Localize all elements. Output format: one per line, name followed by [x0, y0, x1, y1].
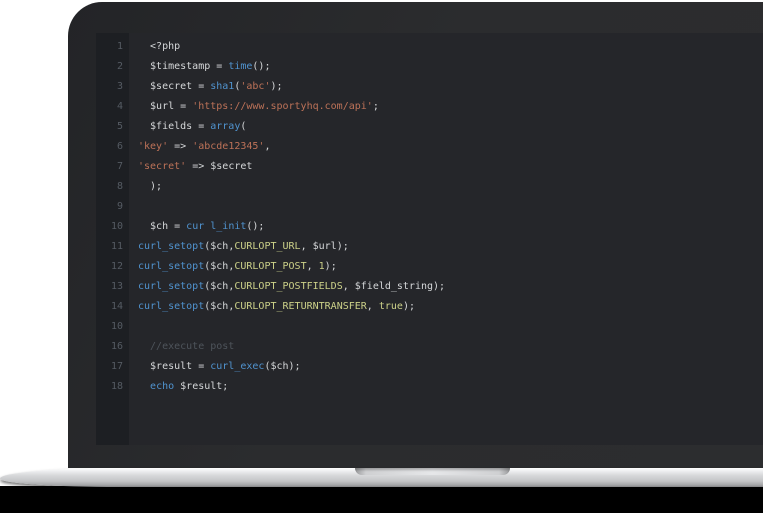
code-token: $ch =	[138, 221, 186, 232]
line-number: 10	[96, 217, 129, 237]
code-editor: 123456789101112131410161718 <?php $times…	[96, 33, 763, 445]
code-token: ($ch,	[204, 241, 234, 252]
code-token: =>	[168, 141, 192, 152]
code-line: $secret = sha1('abc');	[138, 77, 763, 97]
code-line: $timestamp = time();	[138, 57, 763, 77]
code-line: curl_setopt($ch,CURLOPT_URL, $url);	[138, 237, 763, 257]
code-token: CURLOPT_POST	[234, 261, 306, 272]
line-number: 8	[96, 177, 129, 197]
code-token	[138, 381, 150, 392]
code-token: ,	[307, 261, 319, 272]
code-token: ,	[264, 141, 270, 152]
code-line: curl_setopt($ch,CURLOPT_RETURNTRANSFER, …	[138, 297, 763, 317]
line-number: 4	[96, 97, 129, 117]
code-token: echo	[150, 381, 174, 392]
code-token: <?php	[138, 41, 180, 52]
code-token: );	[270, 81, 282, 92]
page-background: { "palette": { "page-bg": "#ffffff", "fl…	[0, 0, 763, 513]
line-number: 11	[96, 237, 129, 257]
code-area: <?php $timestamp = time(); $secret = sha…	[129, 33, 763, 445]
code-token: ,	[367, 301, 379, 312]
code-token: ($ch,	[204, 281, 234, 292]
code-token: 'key'	[138, 141, 168, 152]
bottom-black-strip	[0, 486, 763, 513]
code-line: curl_setopt($ch,CURLOPT_POST, 1);	[138, 257, 763, 277]
code-line: 'secret' => $secret	[138, 157, 763, 177]
code-line: $url = 'https://www.sportyhq.com/api';	[138, 97, 763, 117]
code-token: curl_setopt	[138, 281, 204, 292]
code-token: $result;	[174, 381, 228, 392]
code-token: ();	[246, 221, 264, 232]
line-number: 16	[96, 337, 129, 357]
code-line: //execute post	[138, 337, 763, 357]
line-number-gutter: 123456789101112131410161718	[96, 33, 129, 445]
code-token: );	[403, 301, 415, 312]
code-token: $url =	[138, 101, 192, 112]
code-token: CURLOPT_RETURNTRANSFER	[234, 301, 366, 312]
code-token: array	[210, 121, 240, 132]
line-number: 10	[96, 317, 129, 337]
code-token: , $url);	[301, 241, 349, 252]
code-line: $result = curl_exec($ch);	[138, 357, 763, 377]
code-token: 'https://www.sportyhq.com/api'	[192, 101, 373, 112]
code-token: $fields =	[138, 121, 210, 132]
code-line	[138, 317, 763, 337]
code-token: curl_setopt	[138, 301, 204, 312]
line-number: 6	[96, 137, 129, 157]
line-number: 13	[96, 277, 129, 297]
code-line	[138, 197, 763, 217]
code-token: curl_setopt	[138, 261, 204, 272]
laptop-base-notch	[355, 468, 510, 475]
code-token: ($ch,	[204, 261, 234, 272]
code-token: cur l_init	[186, 221, 246, 232]
code-token: $secret =	[138, 81, 210, 92]
code-token: , $field_string);	[343, 281, 445, 292]
line-number: 9	[96, 197, 129, 217]
line-number: 2	[96, 57, 129, 77]
code-line: curl_setopt($ch,CURLOPT_POSTFIELDS, $fie…	[138, 277, 763, 297]
code-token: //execute post	[138, 341, 234, 352]
code-token: 'abcde12345'	[192, 141, 264, 152]
code-token: $result =	[138, 361, 210, 372]
code-line: 'key' => 'abcde12345',	[138, 137, 763, 157]
code-token: );	[325, 261, 337, 272]
line-number: 17	[96, 357, 129, 377]
code-line: echo $result;	[138, 377, 763, 397]
code-token: ($ch,	[204, 301, 234, 312]
line-number: 7	[96, 157, 129, 177]
line-number: 5	[96, 117, 129, 137]
code-token: true	[379, 301, 403, 312]
code-line: <?php	[138, 37, 763, 57]
code-token: ;	[373, 101, 379, 112]
code-token: );	[138, 181, 162, 192]
code-token: 'abc'	[240, 81, 270, 92]
line-number: 3	[96, 77, 129, 97]
code-line: );	[138, 177, 763, 197]
code-token: CURLOPT_URL	[234, 241, 300, 252]
code-token: ($ch);	[264, 361, 300, 372]
code-token: curl_setopt	[138, 241, 204, 252]
code-token: curl_exec	[210, 361, 264, 372]
code-token: $timestamp =	[138, 61, 228, 72]
code-token: 'secret'	[138, 161, 186, 172]
code-line: $fields = array(	[138, 117, 763, 137]
line-number: 14	[96, 297, 129, 317]
code-token: time	[228, 61, 252, 72]
code-token: sha1	[210, 81, 234, 92]
code-token: (	[240, 121, 246, 132]
code-token: CURLOPT_POSTFIELDS	[234, 281, 342, 292]
line-number: 12	[96, 257, 129, 277]
laptop-screen-bezel: 123456789101112131410161718 <?php $times…	[68, 2, 763, 468]
line-number: 18	[96, 377, 129, 397]
code-token: ();	[252, 61, 270, 72]
line-number: 1	[96, 37, 129, 57]
code-token: => $secret	[186, 161, 252, 172]
code-line: $ch = cur l_init();	[138, 217, 763, 237]
